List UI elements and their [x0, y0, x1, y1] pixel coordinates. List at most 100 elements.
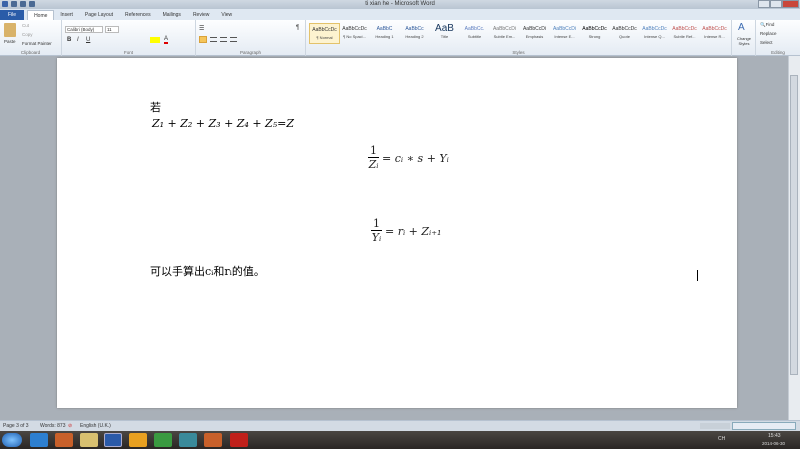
doc-line-3: 可以手算出cᵢ和rᵢ的值。	[150, 265, 265, 278]
outlook-icon[interactable]	[129, 433, 147, 447]
change-styles-button[interactable]: Change Styles	[734, 36, 754, 46]
style-intense-q[interactable]: AaBbCcDc Intense Q...	[639, 23, 670, 44]
style-strong[interactable]: AaBbCcDc Strong	[579, 23, 610, 44]
style-name: Title	[440, 34, 449, 39]
show-marks-icon[interactable]: ¶	[296, 25, 299, 31]
eq2-rhs: = rᵢ + Zᵢ₊₁	[385, 224, 442, 238]
word-count[interactable]: Words: 873	[40, 423, 65, 429]
tab-review[interactable]: Review	[187, 10, 215, 20]
equation-1: 1 Zᵢ = cᵢ ∗ s + Yᵢ	[368, 144, 449, 172]
font-color-icon[interactable]: A	[164, 36, 169, 44]
clipboard-group: Paste Cut Copy Format Painter Clipboard	[0, 20, 62, 56]
bullets-icon[interactable]: ☰	[199, 25, 204, 32]
style-preview: AaBbCcDc	[642, 26, 667, 32]
clock-time[interactable]: 15:43	[768, 433, 781, 439]
style-preview: AaBbCcDc	[612, 26, 637, 32]
eq2-numerator: 1	[371, 217, 382, 231]
text-cursor	[697, 270, 698, 281]
chrome-icon[interactable]	[154, 433, 172, 447]
replace-button[interactable]: Replace	[760, 31, 777, 36]
paste-button[interactable]: Paste	[4, 39, 16, 44]
style-name: Intense Q...	[644, 34, 665, 39]
align-left-icon[interactable]	[199, 36, 207, 43]
style-no-spaci[interactable]: AaBbCcDc ¶ No Spaci...	[339, 23, 370, 44]
highlight-icon[interactable]	[150, 37, 160, 43]
style-normal[interactable]: AaBbCcDc ¶ Normal	[309, 23, 340, 44]
taskbar: CH 15:43 2014-06-30	[0, 431, 800, 449]
font-name-select[interactable]: Calibri (Body)	[65, 26, 103, 33]
style-intense-r[interactable]: AaBbCcDc Intense R...	[699, 23, 730, 44]
change-styles-group: A Change Styles	[732, 20, 756, 56]
paragraph-label: Paragraph	[239, 50, 261, 55]
style-preview: AaBbCcDc	[342, 26, 367, 32]
maximize-button[interactable]	[770, 0, 782, 8]
clipboard-label: Clipboard	[20, 50, 41, 55]
doc-line-1: 若	[150, 101, 161, 114]
style-name: ¶ Normal	[316, 35, 333, 40]
close-button[interactable]	[782, 0, 799, 8]
cut-button[interactable]: Cut	[22, 23, 29, 28]
style-name: Strong	[588, 34, 601, 39]
tab-mailings[interactable]: Mailings	[157, 10, 187, 20]
style-preview: AaBbCcDc	[672, 26, 697, 32]
align-right-icon[interactable]	[220, 37, 227, 42]
matlab-icon[interactable]	[55, 433, 73, 447]
find-label: Find	[765, 22, 775, 27]
bold-icon[interactable]: B	[67, 37, 71, 43]
acrobat-icon[interactable]	[230, 433, 248, 447]
style-name: Intense R...	[704, 34, 725, 39]
style-name: Heading 1	[375, 34, 394, 39]
tab-view[interactable]: View	[215, 10, 238, 20]
tab-references[interactable]: References	[119, 10, 157, 20]
paste-icon[interactable]	[4, 23, 16, 37]
style-emphasis[interactable]: AaBbCcDi Emphasis	[519, 23, 550, 44]
justify-icon[interactable]	[230, 37, 237, 42]
tab-page-layout[interactable]: Page Layout	[79, 10, 119, 20]
font-group: Calibri (Body) 11 B I U A Font	[62, 20, 196, 56]
minimize-button[interactable]	[758, 0, 770, 8]
tab-file[interactable]: File	[0, 10, 25, 20]
style-heading-2[interactable]: AaBbCc Heading 2	[399, 23, 430, 44]
language[interactable]: English (U.K.)	[80, 423, 111, 429]
editing-group: 🔍Find Replace Select Editing	[756, 20, 800, 56]
style-subtle-em[interactable]: AaBbCcDi Subtle Em...	[489, 23, 520, 44]
underline-icon[interactable]: U	[86, 37, 90, 43]
format-painter-button[interactable]: Format Painter	[22, 41, 52, 46]
style-intense-e[interactable]: AaBbCcDi Intense E...	[549, 23, 580, 44]
style-preview: AaBbCcDi	[522, 26, 547, 32]
font-size-select[interactable]: 11	[105, 26, 119, 33]
page-count[interactable]: Page 3 of 3	[3, 423, 29, 429]
word-taskbar-icon[interactable]	[104, 433, 122, 447]
style-title[interactable]: AaB Title	[429, 23, 460, 44]
select-button[interactable]: Select	[760, 40, 773, 45]
view-buttons[interactable]	[700, 423, 730, 429]
matlab-icon-2[interactable]	[204, 433, 222, 447]
copy-button[interactable]: Copy	[22, 32, 33, 37]
lync-icon[interactable]	[179, 433, 197, 447]
style-subtle-ref[interactable]: AaBbCcDc Subtle Ref...	[669, 23, 700, 44]
align-center-icon[interactable]	[210, 37, 217, 42]
italic-icon[interactable]: I	[77, 37, 79, 43]
style-heading-1[interactable]: AaBbC Heading 1	[369, 23, 400, 44]
find-button[interactable]: 🔍Find	[760, 22, 774, 28]
tab-insert[interactable]: Insert	[54, 10, 79, 20]
clock-date[interactable]: 2014-06-30	[762, 441, 785, 446]
style-preview: AaB	[435, 23, 454, 34]
tab-home[interactable]: Home	[27, 10, 55, 20]
ime-toolbar[interactable]	[732, 422, 796, 430]
style-preview: AaBbCcDi	[552, 26, 577, 32]
style-quote[interactable]: AaBbCcDc Quote	[609, 23, 640, 44]
start-button[interactable]	[2, 433, 22, 447]
style-subtitle[interactable]: AaBbCc. Subtitle	[459, 23, 490, 44]
style-name: ¶ No Spaci...	[343, 34, 366, 39]
change-styles-icon[interactable]: A	[738, 22, 745, 33]
eq1-denominator: Zᵢ	[368, 158, 379, 171]
ime-indicator[interactable]: CH	[718, 436, 725, 442]
proofing-icon[interactable]: ⊘	[68, 423, 72, 429]
style-preview: AaBbCcDc	[582, 26, 607, 32]
eq1-rhs: = cᵢ ∗ s + Yᵢ	[382, 151, 449, 165]
scrollbar-thumb[interactable]	[790, 75, 798, 375]
explorer-icon[interactable]	[80, 433, 98, 447]
style-name: Quote	[619, 34, 630, 39]
ie-icon[interactable]	[30, 433, 48, 447]
